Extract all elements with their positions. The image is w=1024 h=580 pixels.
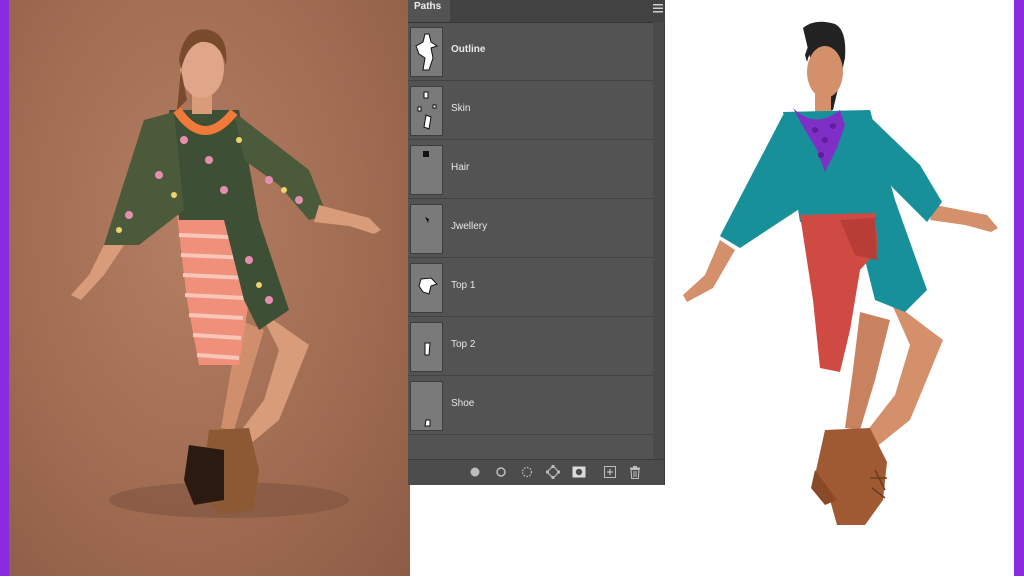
path-row-shoe[interactable]: Shoe <box>408 376 653 435</box>
panel-footer <box>408 459 664 485</box>
path-label: Skin <box>451 103 471 114</box>
path-label: Outline <box>451 44 486 55</box>
path-row-top-2[interactable]: Top 2 <box>408 317 653 376</box>
fill-path-icon[interactable] <box>468 465 482 479</box>
left-frame-border <box>0 0 9 576</box>
new-path-icon[interactable] <box>603 465 617 479</box>
path-label: Hair <box>451 162 470 173</box>
path-row-skin[interactable]: Skin <box>408 81 653 140</box>
path-label: Shoe <box>451 398 475 409</box>
make-work-path-icon[interactable] <box>546 465 560 479</box>
path-thumbnail <box>410 86 443 136</box>
right-frame-border <box>1014 0 1024 576</box>
tab-paths[interactable]: Paths <box>408 0 450 22</box>
panel-scrollbar[interactable] <box>653 22 664 460</box>
delete-path-icon[interactable] <box>628 465 642 479</box>
vector-illustration <box>665 0 1014 576</box>
path-row-outline[interactable]: Outline <box>408 22 653 81</box>
panel-menu-icon[interactable] <box>653 3 663 13</box>
path-label: Top 1 <box>451 280 476 291</box>
path-thumbnail <box>410 145 443 195</box>
path-row-hair[interactable]: Hair <box>408 140 653 199</box>
path-label: Top 2 <box>451 339 476 350</box>
path-thumbnail <box>410 263 443 313</box>
path-label: Jwellery <box>451 221 488 232</box>
path-thumbnail <box>410 204 443 254</box>
path-thumbnail <box>410 322 443 372</box>
stroke-path-icon[interactable] <box>494 465 508 479</box>
path-row-jwellery[interactable]: Jwellery <box>408 199 653 258</box>
load-selection-icon[interactable] <box>520 465 534 479</box>
path-thumbnail <box>410 27 443 77</box>
model-photograph <box>9 0 410 576</box>
paths-panel: Paths Outline Skin Hair Jwellery Top 1 T… <box>408 0 665 485</box>
add-mask-icon[interactable] <box>572 465 586 479</box>
path-thumbnail <box>410 381 443 431</box>
panel-header: Paths <box>408 0 665 23</box>
path-row-top-1[interactable]: Top 1 <box>408 258 653 317</box>
